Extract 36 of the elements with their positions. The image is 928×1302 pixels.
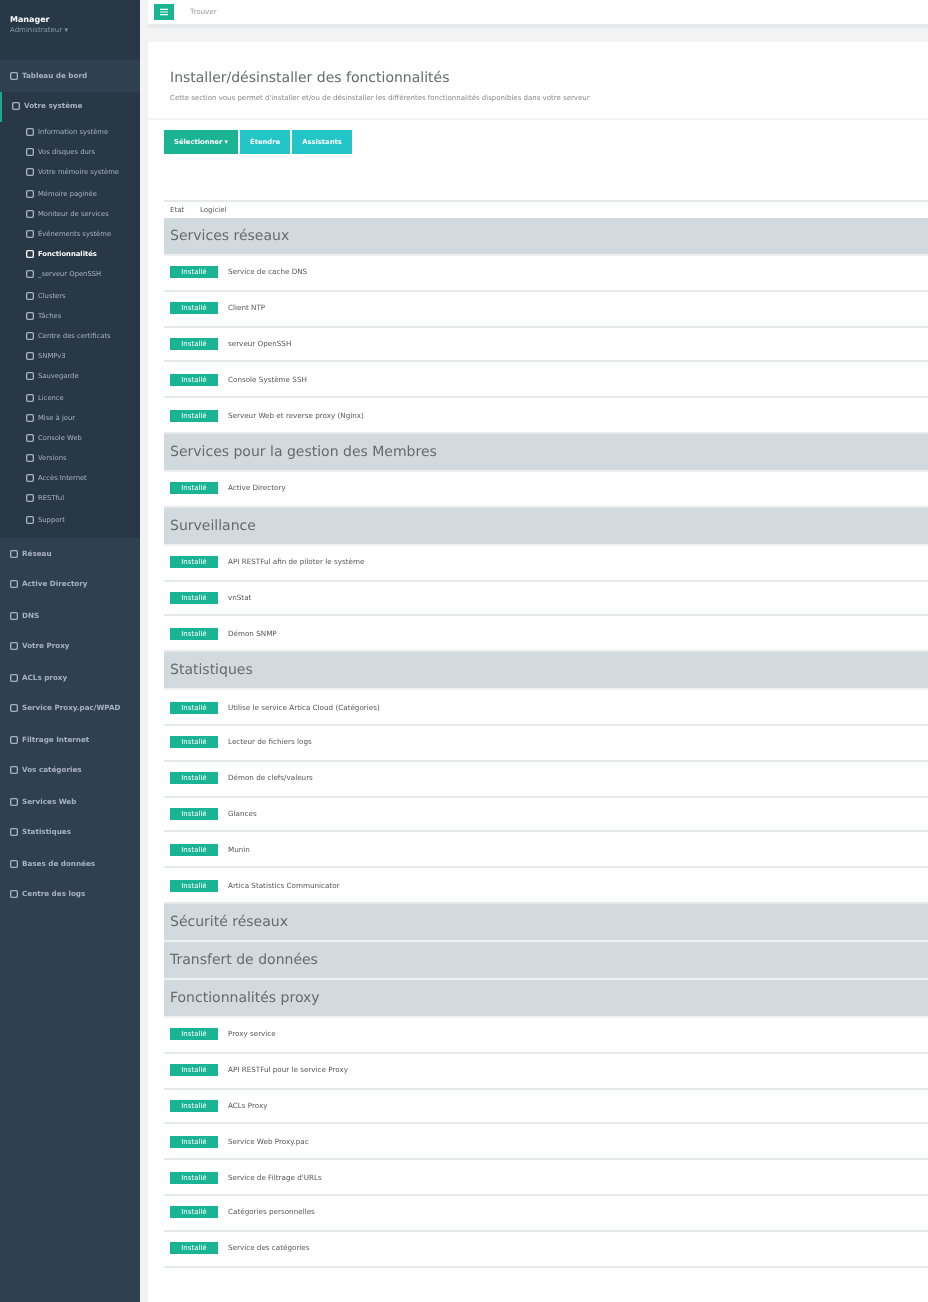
menu-button[interactable] — [154, 4, 174, 20]
square-icon — [26, 148, 34, 157]
square-icon — [10, 611, 18, 619]
square-icon — [26, 454, 34, 463]
square-icon — [26, 393, 34, 402]
square-icon — [26, 128, 34, 137]
square-icon — [26, 433, 34, 442]
square-icon — [26, 189, 34, 198]
square-icon — [26, 230, 34, 239]
square-icon — [10, 642, 18, 650]
square-icon — [10, 580, 18, 588]
square-icon — [10, 859, 18, 867]
square-icon — [26, 372, 34, 381]
square-icon — [10, 766, 18, 774]
square-icon — [10, 828, 18, 836]
square-icon — [26, 474, 34, 483]
square-icon — [10, 71, 18, 80]
square-icon — [26, 209, 34, 218]
square-icon — [10, 735, 18, 743]
square-icon — [26, 331, 34, 340]
square-icon — [10, 549, 18, 557]
square-icon — [26, 291, 34, 300]
square-icon — [26, 494, 34, 503]
square-icon — [10, 673, 18, 681]
menu-icon — [160, 8, 168, 16]
square-icon — [10, 890, 18, 898]
square-icon — [26, 311, 34, 320]
square-icon — [26, 270, 34, 279]
square-icon — [10, 704, 18, 712]
square-icon — [26, 250, 34, 259]
square-icon — [26, 515, 34, 524]
square-icon — [26, 413, 34, 422]
square-icon — [10, 797, 18, 805]
square-icon — [26, 352, 34, 361]
square-icon — [12, 102, 20, 111]
square-icon — [26, 168, 34, 177]
